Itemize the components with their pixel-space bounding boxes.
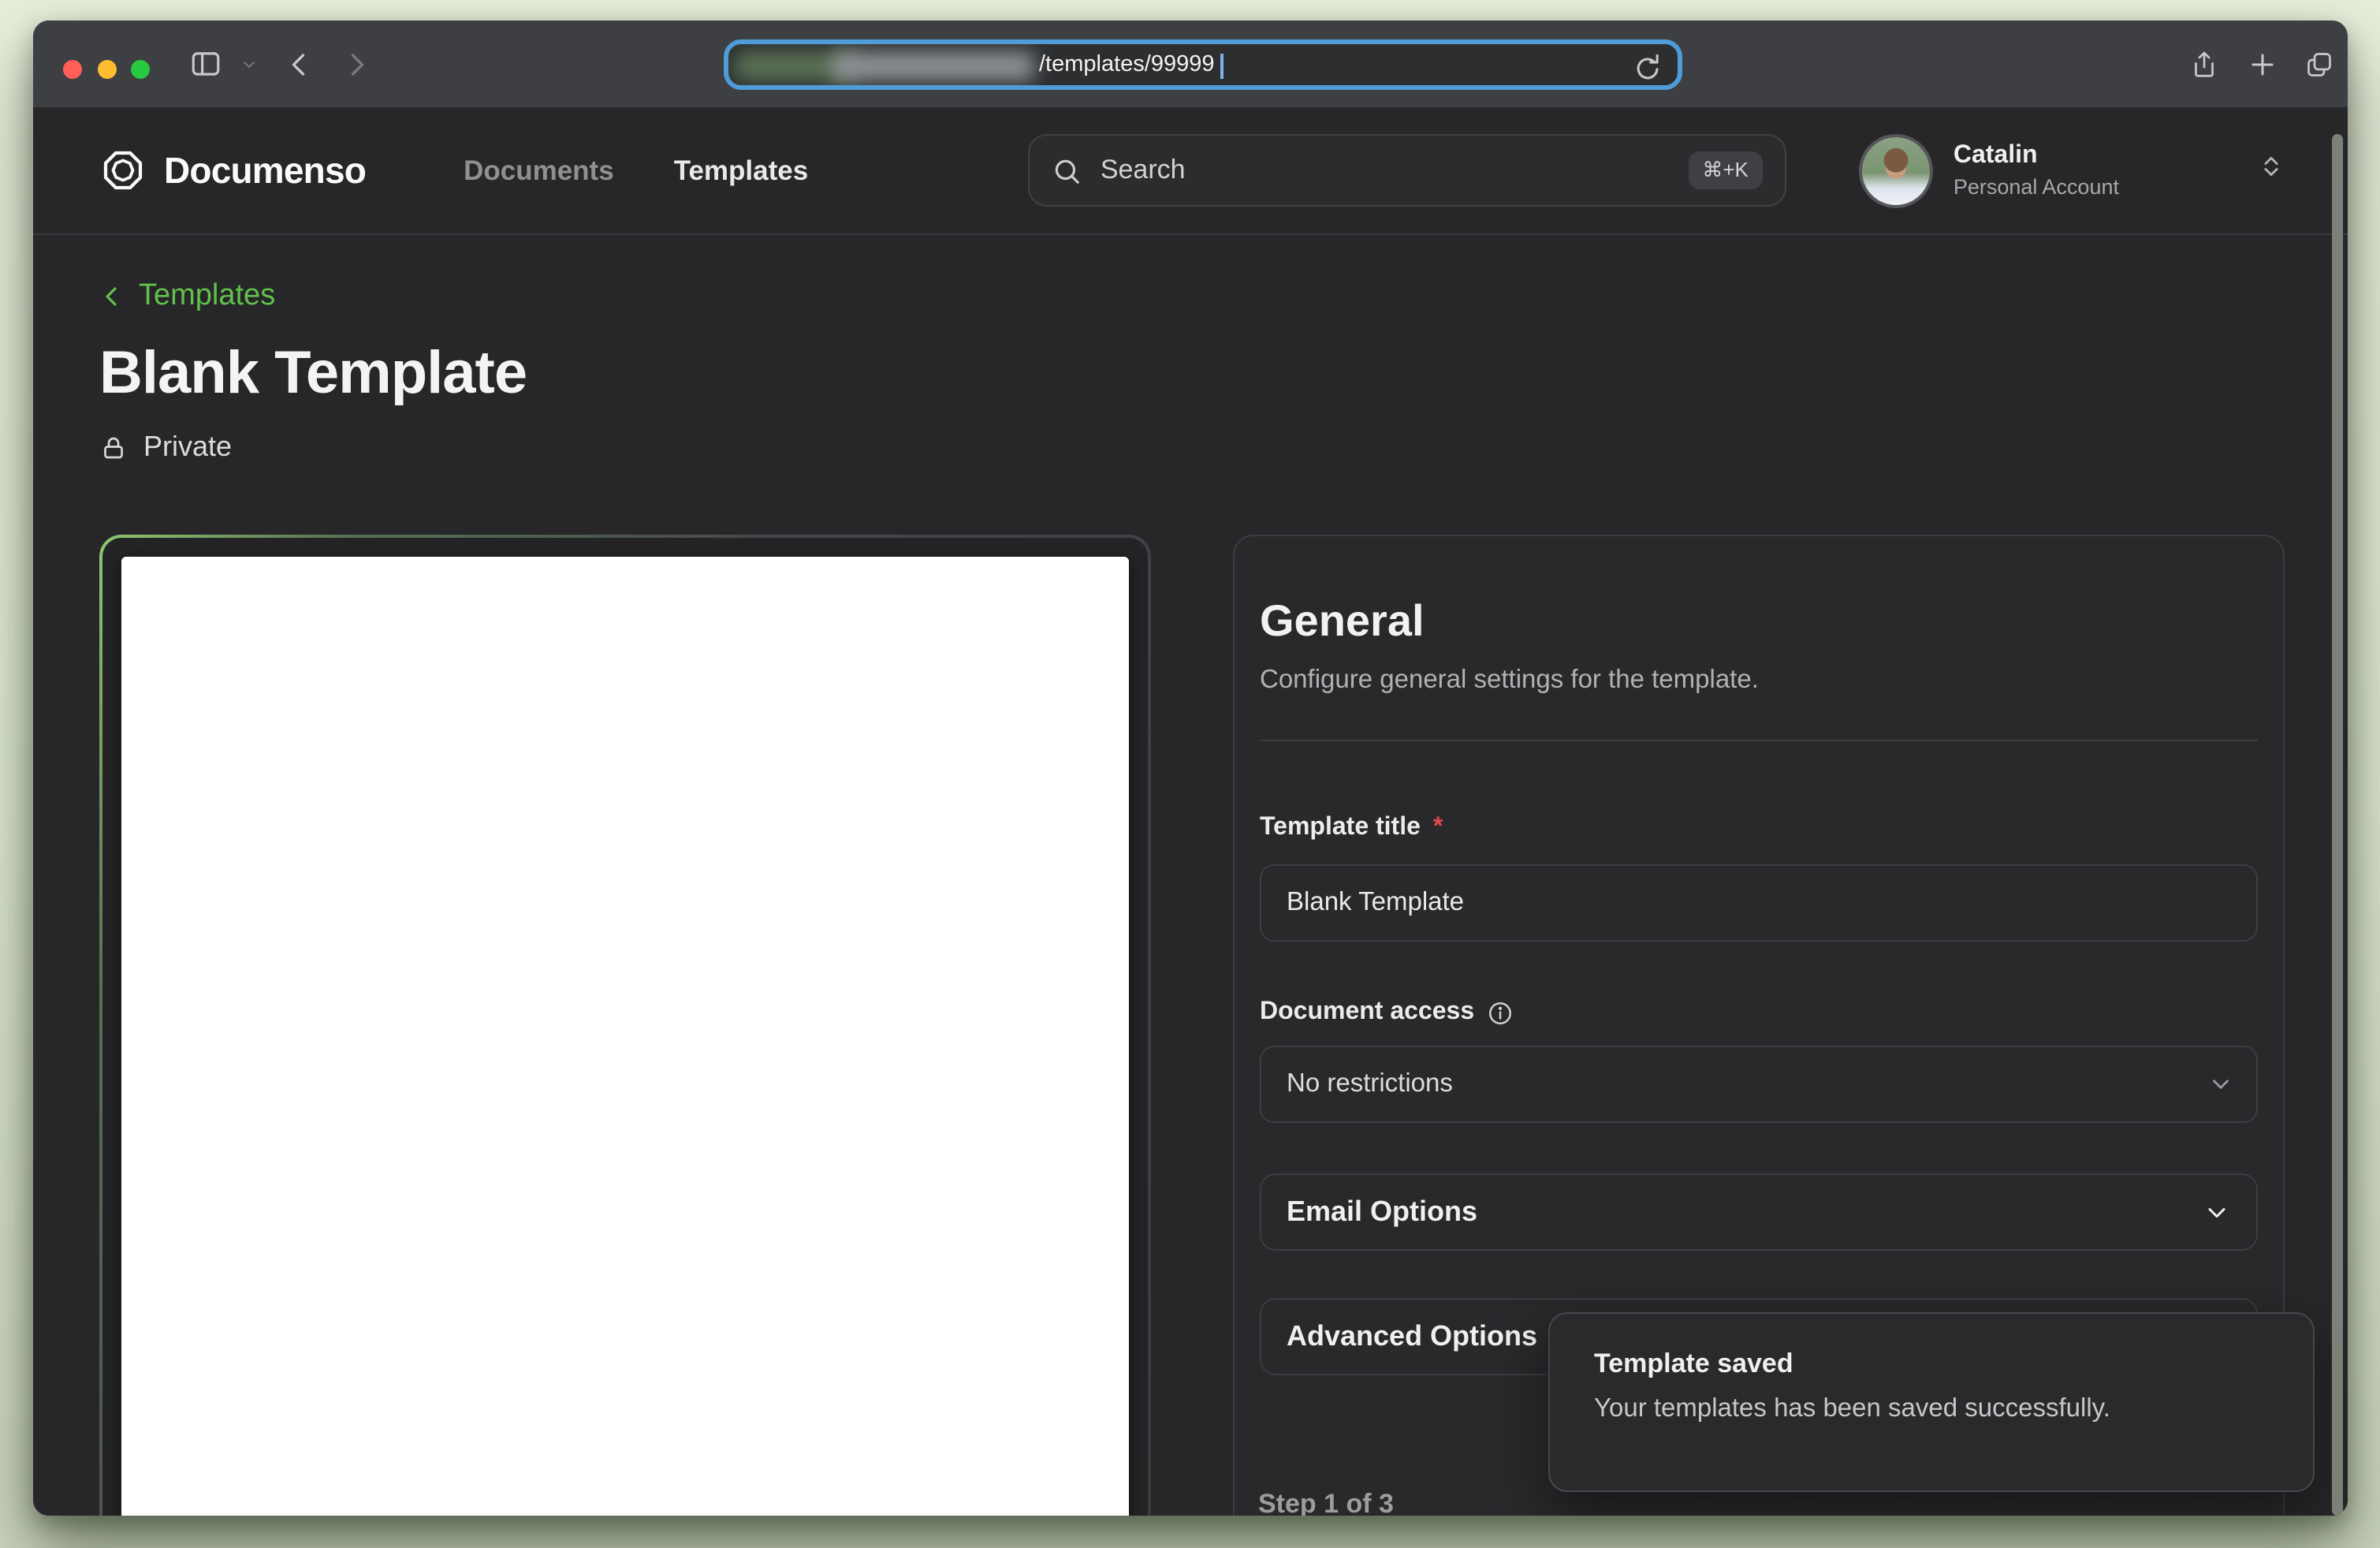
new-tab-icon[interactable] — [2244, 21, 2281, 107]
page-title: Blank Template — [99, 341, 2285, 408]
toast-message: Your templates has been saved successful… — [1594, 1394, 2269, 1424]
visibility-row: Private — [99, 431, 2285, 464]
document-access-label-row: Document access — [1260, 998, 2258, 1027]
info-icon[interactable] — [1487, 999, 1514, 1026]
template-title-input[interactable] — [1260, 864, 2258, 942]
account-menu-button[interactable]: Catalin Personal Account — [1859, 133, 2285, 207]
tab-overview-icon[interactable] — [2300, 21, 2338, 107]
nav-templates[interactable]: Templates — [674, 154, 809, 187]
pdf-page[interactable] — [121, 557, 1129, 1516]
reload-icon[interactable] — [1630, 50, 1665, 85]
visibility-label: Private — [143, 431, 232, 464]
address-bar[interactable]: /templates/99999 — [724, 39, 1682, 90]
toast-title: Template saved — [1594, 1348, 2269, 1380]
document-access-label: Document access — [1260, 998, 1474, 1027]
document-access-select[interactable]: No restrictions — [1260, 1046, 2258, 1123]
chevron-down-icon — [2207, 1071, 2234, 1098]
stepper-label: Step 1 of 3 — [1258, 1489, 1394, 1516]
lock-icon — [99, 433, 128, 461]
account-text: Catalin Personal Account — [1954, 142, 2119, 199]
search-input[interactable] — [1101, 155, 1688, 186]
documenso-app: Documenso Documents Templates ⌘+K Catali… — [33, 107, 2348, 1516]
sidebar-toggle-icon[interactable] — [184, 21, 225, 107]
search-shortcut-badge: ⌘+K — [1688, 151, 1763, 189]
share-icon[interactable] — [2185, 21, 2223, 107]
browser-window: /templates/99999 — [33, 21, 2348, 1516]
desktop: /templates/99999 — [0, 0, 2380, 1548]
browser-toolbar: /templates/99999 — [33, 21, 2348, 107]
text-caret — [1220, 54, 1224, 79]
nav-documents[interactable]: Documents — [464, 154, 614, 187]
document-preview-card — [99, 535, 1151, 1516]
breadcrumb-label: Templates — [139, 279, 275, 314]
back-button[interactable] — [282, 21, 317, 107]
chevron-down-icon — [2203, 1198, 2231, 1226]
account-name: Catalin — [1954, 142, 2119, 170]
redacted-domain-blur — [832, 52, 1034, 80]
required-asterisk: * — [1433, 814, 1443, 842]
document-preview-inner — [102, 538, 1148, 1516]
toast-template-saved: Template saved Your templates has been s… — [1548, 1312, 2315, 1492]
documenso-logo-icon — [99, 147, 147, 194]
app-header: Documenso Documents Templates ⌘+K Catali… — [33, 107, 2348, 235]
search-box: ⌘+K — [1028, 134, 1786, 207]
email-options-label: Email Options — [1287, 1196, 2203, 1229]
search-icon — [1052, 155, 1082, 185]
zoom-window-button[interactable] — [131, 60, 150, 79]
page-scrollbar[interactable] — [2332, 134, 2343, 1516]
breadcrumb-templates-link[interactable]: Templates — [99, 279, 275, 314]
main-nav: Documents Templates — [464, 154, 808, 187]
close-window-button[interactable] — [63, 60, 82, 79]
brand-name: Documenso — [164, 149, 366, 192]
chevron-down-icon[interactable] — [235, 21, 263, 107]
url-path: /templates/99999 — [1039, 52, 1215, 77]
template-title-label: Template title — [1260, 814, 1421, 842]
template-title-label-row: Template title * — [1260, 814, 2258, 842]
email-options-accordion[interactable]: Email Options — [1260, 1173, 2258, 1251]
avatar — [1859, 133, 1933, 207]
document-access-value: No restrictions — [1287, 1069, 2207, 1099]
minimize-window-button[interactable] — [98, 60, 117, 79]
divider — [1260, 740, 2258, 741]
account-type: Personal Account — [1954, 175, 2119, 199]
chevrons-up-down-icon — [2258, 153, 2285, 188]
chevron-left-icon — [99, 284, 125, 309]
brand-link[interactable]: Documenso — [99, 147, 366, 194]
panel-description: Configure general settings for the templ… — [1260, 666, 2258, 696]
page-head: Templates Blank Template Private Create … — [33, 235, 2348, 464]
panel-heading: General — [1260, 596, 2258, 647]
forward-button[interactable] — [339, 21, 374, 107]
